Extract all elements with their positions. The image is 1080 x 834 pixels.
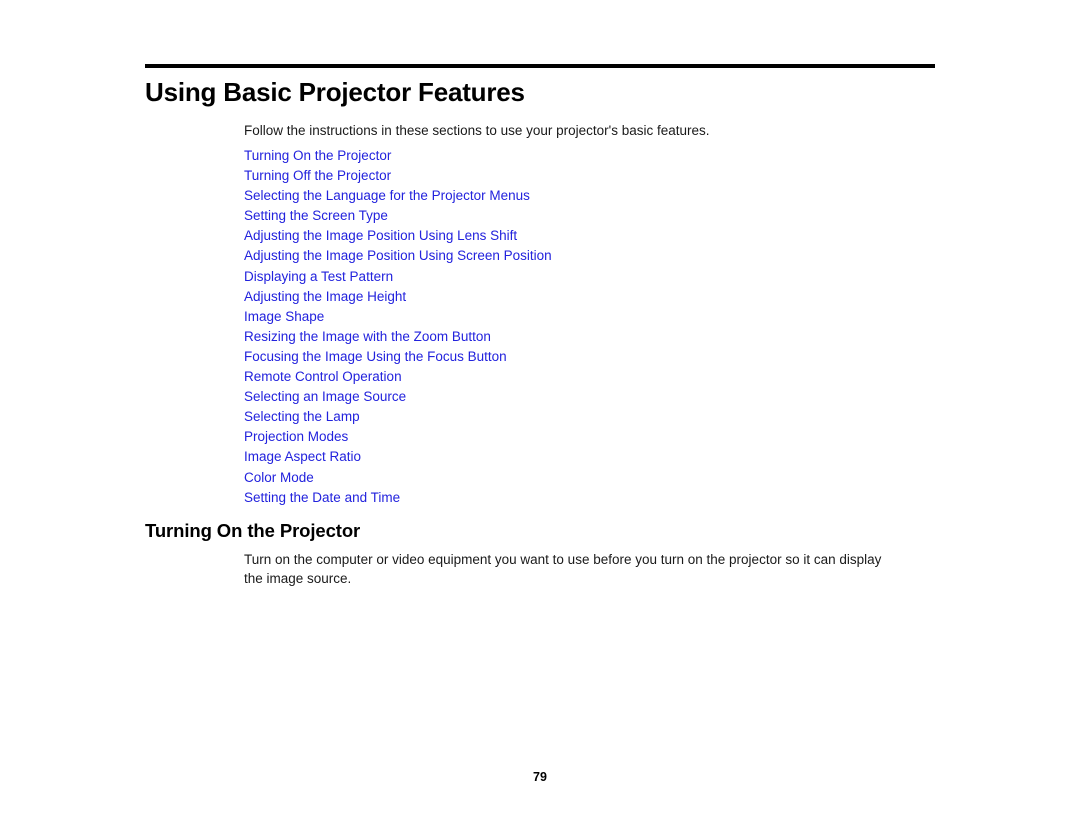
- link-projection-modes[interactable]: Projection Modes: [244, 429, 348, 444]
- link-turning-on-the-projector[interactable]: Turning On the Projector: [244, 148, 391, 163]
- list-item: Color Mode: [244, 468, 944, 488]
- list-item: Setting the Screen Type: [244, 206, 944, 226]
- page-title: Using Basic Projector Features: [145, 77, 525, 107]
- list-item: Selecting an Image Source: [244, 387, 944, 407]
- link-color-mode[interactable]: Color Mode: [244, 470, 314, 485]
- link-displaying-a-test-pattern[interactable]: Displaying a Test Pattern: [244, 269, 393, 284]
- link-adjusting-the-image-height[interactable]: Adjusting the Image Height: [244, 289, 406, 304]
- link-focusing-the-image-using-the-focus-button[interactable]: Focusing the Image Using the Focus Butto…: [244, 349, 507, 364]
- list-item: Setting the Date and Time: [244, 488, 944, 508]
- link-selecting-the-language-for-the-projector-menus[interactable]: Selecting the Language for the Projector…: [244, 188, 530, 203]
- section-link-list: Turning On the Projector Turning Off the…: [244, 146, 944, 508]
- intro-paragraph: Follow the instructions in these section…: [244, 123, 710, 138]
- link-selecting-the-lamp[interactable]: Selecting the Lamp: [244, 409, 360, 424]
- link-image-aspect-ratio[interactable]: Image Aspect Ratio: [244, 449, 361, 464]
- link-image-shape[interactable]: Image Shape: [244, 309, 324, 324]
- link-setting-the-date-and-time[interactable]: Setting the Date and Time: [244, 490, 400, 505]
- link-selecting-an-image-source[interactable]: Selecting an Image Source: [244, 389, 406, 404]
- list-item: Displaying a Test Pattern: [244, 267, 944, 287]
- list-item: Image Shape: [244, 307, 944, 327]
- list-item: Remote Control Operation: [244, 367, 944, 387]
- list-item: Turning Off the Projector: [244, 166, 944, 186]
- list-item: Focusing the Image Using the Focus Butto…: [244, 347, 944, 367]
- link-setting-the-screen-type[interactable]: Setting the Screen Type: [244, 208, 388, 223]
- list-item: Adjusting the Image Position Using Scree…: [244, 246, 944, 266]
- list-item: Adjusting the Image Position Using Lens …: [244, 226, 944, 246]
- list-item: Selecting the Language for the Projector…: [244, 186, 944, 206]
- document-page: Using Basic Projector Features Follow th…: [0, 0, 1080, 834]
- link-resizing-the-image-with-the-zoom-button[interactable]: Resizing the Image with the Zoom Button: [244, 329, 491, 344]
- title-divider-rule: [145, 64, 935, 68]
- section-body-text: Turn on the computer or video equipment …: [244, 552, 882, 586]
- list-item: Turning On the Projector: [244, 146, 944, 166]
- link-remote-control-operation[interactable]: Remote Control Operation: [244, 369, 402, 384]
- list-item: Resizing the Image with the Zoom Button: [244, 327, 944, 347]
- list-item: Projection Modes: [244, 427, 944, 447]
- section-heading-turning-on-the-projector: Turning On the Projector: [145, 520, 361, 541]
- link-adjusting-the-image-position-using-screen-position[interactable]: Adjusting the Image Position Using Scree…: [244, 248, 552, 263]
- link-turning-off-the-projector[interactable]: Turning Off the Projector: [244, 168, 391, 183]
- link-adjusting-the-image-position-using-lens-shift[interactable]: Adjusting the Image Position Using Lens …: [244, 228, 517, 243]
- list-item: Selecting the Lamp: [244, 407, 944, 427]
- page-number: 79: [533, 770, 547, 784]
- list-item: Image Aspect Ratio: [244, 447, 944, 467]
- list-item: Adjusting the Image Height: [244, 287, 944, 307]
